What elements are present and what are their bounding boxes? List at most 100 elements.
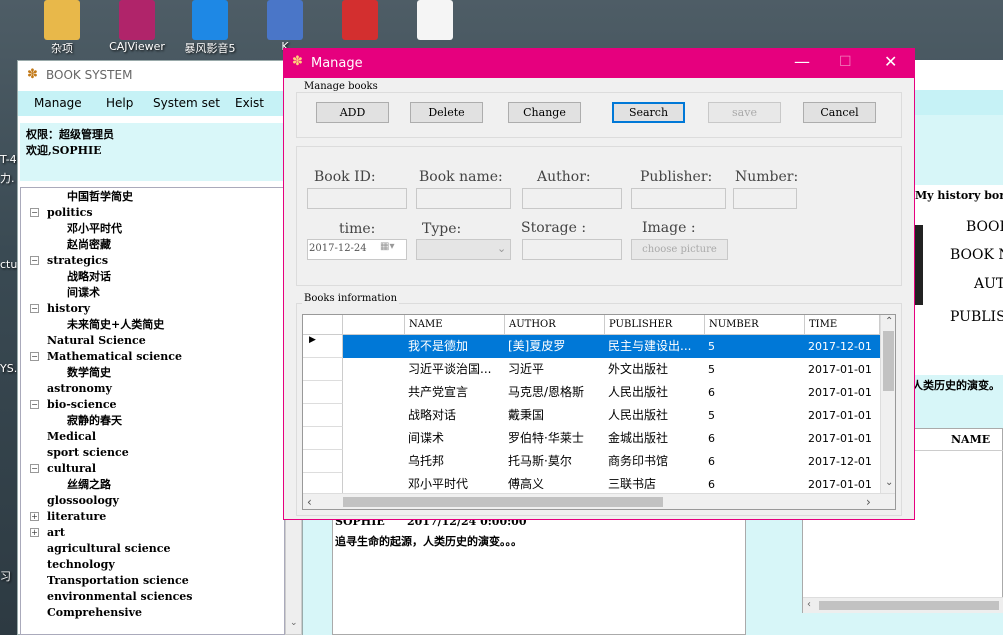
table-cell[interactable]: 5 [705,358,805,381]
tree-category-item[interactable]: literature [47,509,106,525]
book-id-field[interactable] [307,188,407,209]
table-cell[interactable]: 2017-01-01 [805,404,880,427]
collapse-icon[interactable]: − [30,352,39,361]
tree-category-item[interactable]: Medical [47,429,96,445]
table-cell[interactable]: 商务印书馆 [605,450,705,473]
scroll-left-icon[interactable]: ‹ [807,599,811,610]
table-cell[interactable]: 2017-12-01 [805,335,880,358]
desktop-icon[interactable]: 暴风影音5 [180,0,240,60]
table-cell[interactable]: 5 [705,404,805,427]
tree-category-item[interactable]: Transportation science [47,573,189,589]
add-button[interactable]: ADD [316,102,389,123]
number-field[interactable] [733,188,797,209]
desktop-icon[interactable]: 杂项 [32,0,92,60]
tree-leaf-item[interactable]: 中国哲学简史 [67,189,133,205]
table-cell[interactable]: 6 [705,427,805,450]
tree-category-item[interactable]: agricultural science [47,541,170,557]
tree-leaf-item[interactable]: 赵尚密藏 [67,237,111,253]
change-button[interactable]: Change [508,102,581,123]
books-table[interactable]: NAME AUTHOR PUBLISHER NUMBER TIME ▶ 我不是德加… [302,314,896,510]
tree-category-item[interactable]: politics [47,205,93,221]
storage-field[interactable] [522,239,622,260]
menu-system-set[interactable]: System set [153,96,220,110]
scroll-thumb[interactable] [883,331,894,391]
table-cell[interactable]: 2017-01-01 [805,381,880,404]
column-header[interactable]: NAME [405,315,505,335]
menu-help[interactable]: Help [106,96,133,110]
type-select[interactable]: ⌄ [416,239,511,260]
menu-exist[interactable]: Exist [235,96,264,110]
table-cell[interactable]: 托马斯·莫尔 [505,450,605,473]
desktop-icon[interactable]: CAJViewer [107,0,167,60]
tree-leaf-item[interactable]: 数学简史 [67,365,111,381]
collapse-icon[interactable]: − [30,464,39,473]
borrow-list-hscroll[interactable]: ‹ [803,597,1003,613]
collapse-icon[interactable]: − [30,256,39,265]
column-header[interactable]: TIME [805,315,880,335]
table-cell[interactable]: 战略对话 [405,404,505,427]
row-header[interactable] [303,381,343,404]
tree-leaf-item[interactable]: 丝绸之路 [67,477,111,493]
tree-category-item[interactable]: astronomy [47,381,112,397]
tree-category-item[interactable]: cultural [47,461,96,477]
collapse-icon[interactable]: − [30,400,39,409]
table-cell[interactable]: 间谍术 [405,427,505,450]
cancel-button[interactable]: Cancel [803,102,876,123]
tree-category-item[interactable]: technology [47,557,115,573]
expand-icon[interactable]: + [30,512,39,521]
table-cell[interactable]: 2017-12-01 [805,450,880,473]
delete-button[interactable]: Delete [410,102,483,123]
tree-category-item[interactable]: sport science [47,445,129,461]
scroll-up-icon[interactable]: ⌃ [885,316,893,327]
table-cell[interactable]: 民主与建设出... [605,335,705,358]
table-cell[interactable]: 习近平谈治国... [405,358,505,381]
row-header[interactable] [303,404,343,427]
table-cell[interactable]: 共产党宣言 [405,381,505,404]
scroll-thumb[interactable] [343,497,663,507]
table-cell[interactable]: 人民出版社 [605,381,705,404]
row-header[interactable]: ▶ [303,335,343,358]
table-cell[interactable]: 我不是德加 [405,335,505,358]
save-button[interactable]: save [708,102,781,123]
table-cell[interactable]: 戴秉国 [505,404,605,427]
close-button[interactable]: ✕ [884,52,897,71]
table-cell[interactable]: 马克思/恩格斯 [505,381,605,404]
row-header[interactable] [303,450,343,473]
category-tree[interactable]: 中国哲学简史 − politics 邓小平时代 赵尚密藏 − strategics 战略对话间… [20,187,285,635]
tree-leaf-item[interactable]: 战略对话 [67,269,111,285]
tree-category-item[interactable]: Natural Science [47,333,146,349]
search-button[interactable]: Search [612,102,685,123]
table-cell[interactable]: 6 [705,450,805,473]
tree-leaf-item[interactable]: 寂静的春天 [67,413,122,429]
table-cell[interactable]: [美]夏皮罗 [505,335,605,358]
table-cell[interactable]: 金城出版社 [605,427,705,450]
tree-category-item[interactable]: art [47,525,65,541]
menu-manage[interactable]: Manage [34,96,82,110]
table-cell[interactable]: 乌托邦 [405,450,505,473]
tree-category-item[interactable]: Mathematical science [47,349,182,365]
scroll-down-icon[interactable]: ⌄ [290,618,298,628]
tree-category-item[interactable]: environmental sciences [47,589,193,605]
scroll-down-icon[interactable]: ⌄ [885,477,893,488]
table-cell[interactable]: 5 [705,335,805,358]
book-name-field[interactable] [416,188,511,209]
expand-icon[interactable]: + [30,528,39,537]
tree-category-item[interactable]: bio-science [47,397,117,413]
collapse-icon[interactable]: − [30,304,39,313]
choose-picture-button[interactable]: choose picture [631,239,728,260]
minimize-button[interactable]: — [794,52,810,71]
column-header[interactable]: NUMBER [705,315,805,335]
scroll-right-icon[interactable]: › [866,495,871,509]
row-header[interactable] [303,358,343,381]
tree-category-item[interactable]: strategics [47,253,108,269]
column-header[interactable]: AUTHOR [505,315,605,335]
table-cell[interactable]: 2017-01-01 [805,427,880,450]
table-cell[interactable]: 罗伯特·华莱士 [505,427,605,450]
table-cell[interactable]: 人民出版社 [605,404,705,427]
collapse-icon[interactable]: − [30,208,39,217]
tree-leaf-item[interactable]: 邓小平时代 [67,221,122,237]
tree-category-item[interactable]: glossoology [47,493,119,509]
tree-leaf-item[interactable]: 未来简史+人类简史 [67,317,164,333]
scroll-left-icon[interactable]: ‹ [307,495,312,509]
tree-leaf-item[interactable]: 间谍术 [67,285,100,301]
